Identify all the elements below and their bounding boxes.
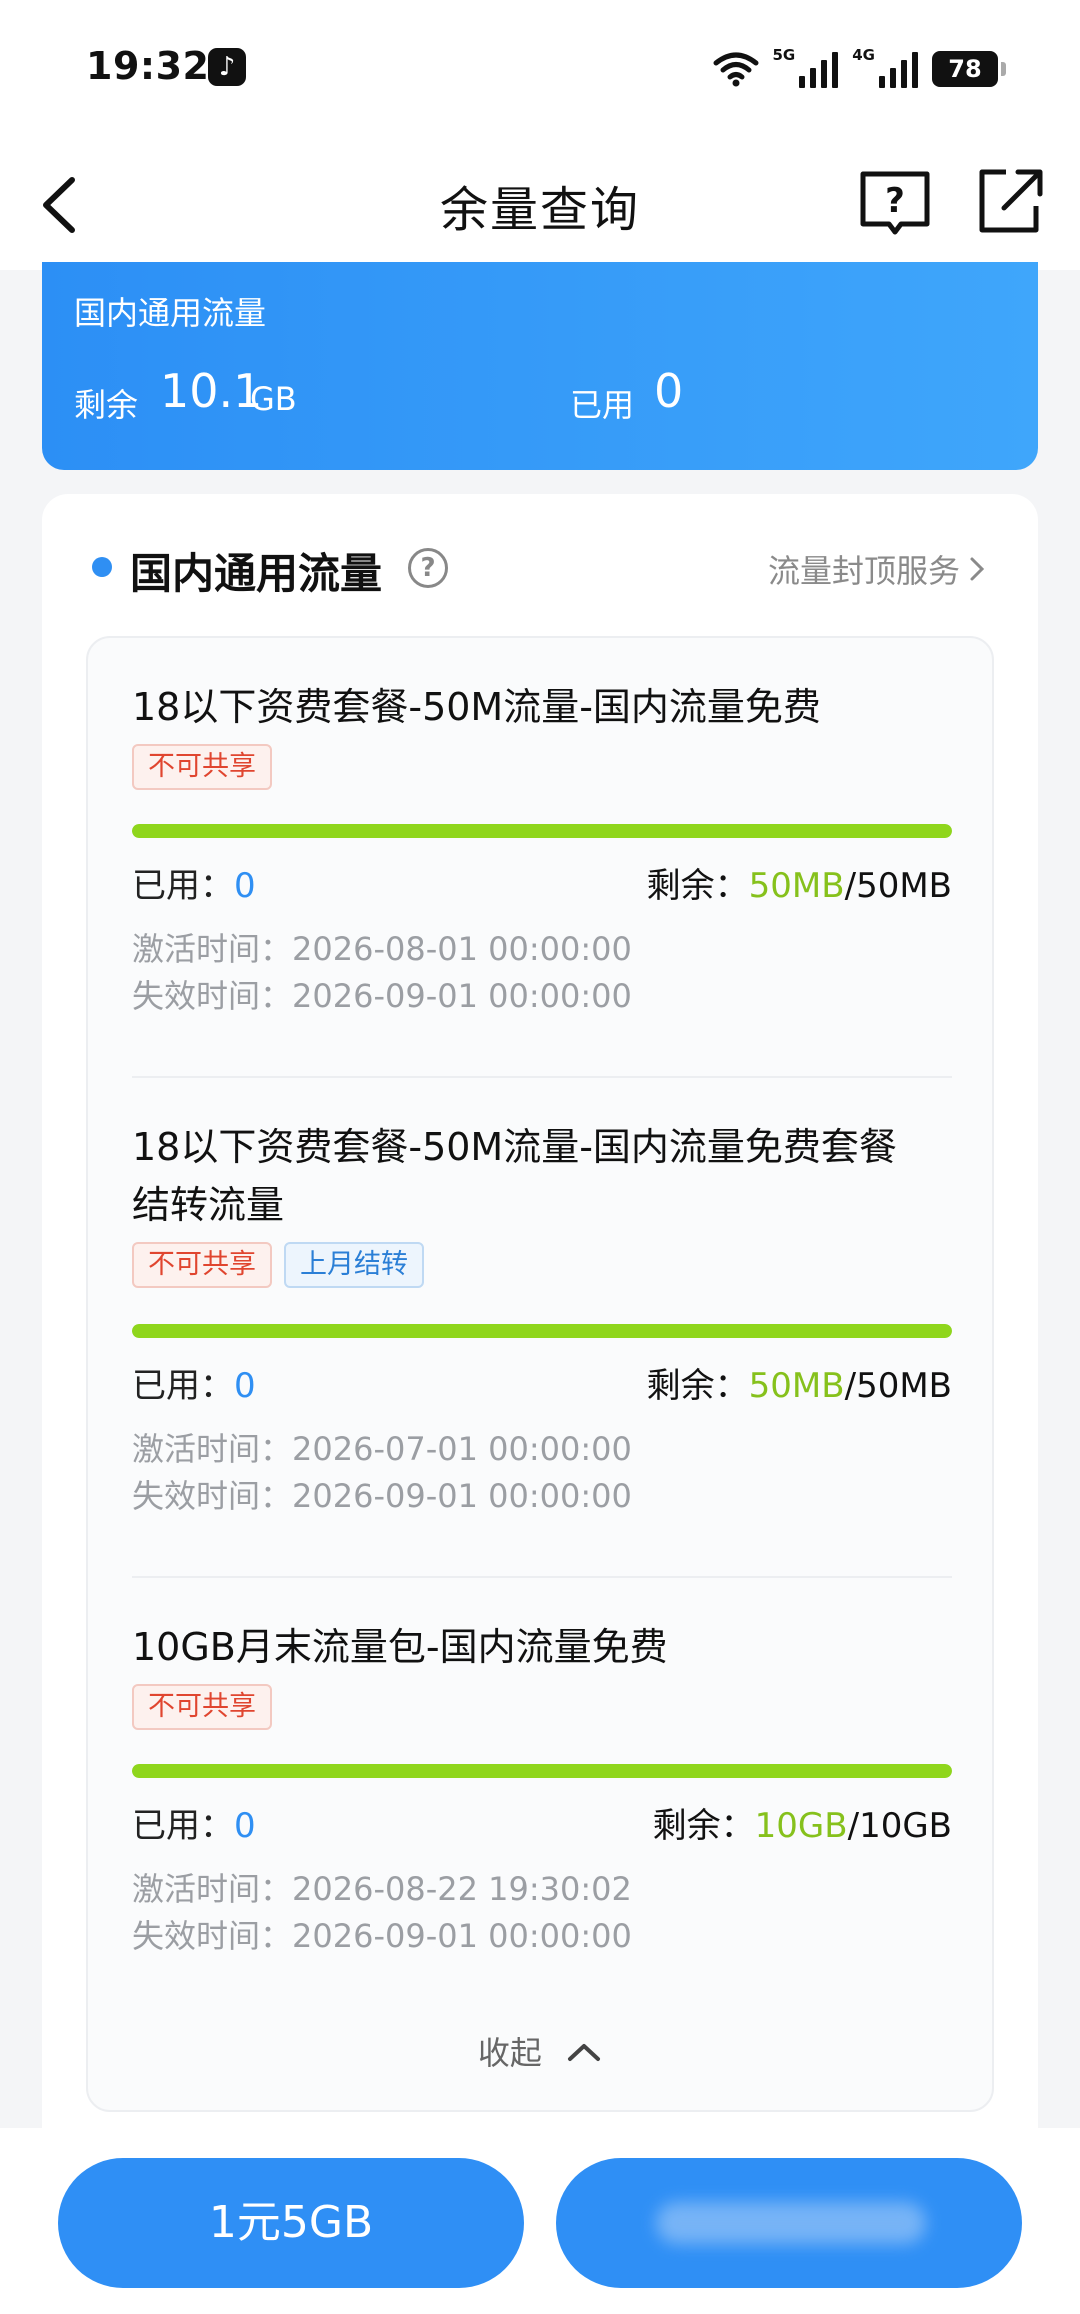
package-tags: 不可共享 上月结转 [132, 1242, 952, 1288]
summary-remain-value: 10.1 [160, 364, 263, 418]
used-label: 已用：0 [132, 866, 256, 906]
package-dates: 激活时间：2026-07-01 00:00:00 失效时间：2026-09-01… [132, 1426, 632, 1520]
usage-row: 已用：0 剩余：10GB/10GB [132, 1798, 952, 1848]
used-label: 已用：0 [132, 1366, 256, 1406]
activate-time: 激活时间：2026-08-22 19:30:02 [132, 1870, 632, 1908]
package-title: 18以下资费套餐-50M流量-国内流量免费套餐 结转流量 [132, 1125, 897, 1227]
package-dates: 激活时间：2026-08-01 00:00:00 失效时间：2026-09-01… [132, 926, 632, 1020]
usage-progress-fill [132, 1324, 952, 1338]
tiktok-icon: ♪ [208, 48, 246, 86]
summary-remain-label: 剩余 [74, 386, 139, 424]
blurred-label [656, 2202, 926, 2244]
svg-text:?: ? [885, 181, 905, 221]
package-tags: 不可共享 [132, 1684, 952, 1730]
signal-4g-icon [879, 50, 918, 88]
usage-progress-fill [132, 1764, 952, 1778]
summary-used-value: 0 [654, 364, 684, 418]
usage-progress-bar [132, 824, 952, 838]
total-value: /50MB [844, 1366, 952, 1406]
battery-icon: 78 [932, 51, 1006, 87]
not-shareable-tag: 不可共享 [132, 1242, 272, 1288]
help-button[interactable]: ? [855, 162, 935, 242]
network-4g-label: 4G [852, 46, 875, 64]
bottom-action-bar: 1元5GB [0, 2128, 1080, 2314]
activate-time: 激活时间：2026-07-01 00:00:00 [132, 1430, 632, 1468]
item-divider [132, 1576, 952, 1578]
used-label: 已用：0 [132, 1806, 256, 1846]
remain-value: 50MB [748, 1366, 845, 1406]
remain-info: 剩余：50MB/50MB [646, 866, 952, 906]
collapse-button[interactable]: 收起 [88, 2028, 992, 2074]
remain-info: 剩余：10GB/10GB [652, 1806, 952, 1846]
package-item: 18以下资费套餐-50M流量-国内流量免费 不可共享 已用：0 剩余：50MB/… [132, 678, 952, 1038]
summary-used-label: 已用 [570, 386, 635, 424]
summary-card: 国内通用流量 剩余 10.1 GB 已用 0 [42, 262, 1038, 470]
expire-time: 失效时间：2026-09-01 00:00:00 [132, 1477, 632, 1515]
used-value: 0 [234, 1806, 256, 1846]
usage-row: 已用：0 剩余：50MB/50MB [132, 858, 952, 908]
not-shareable-tag: 不可共享 [132, 1684, 272, 1730]
section-title: 国内通用流量 [130, 549, 383, 598]
section-card: 国内通用流量 ? 流量封顶服务 18以下资费套餐-50M流量-国内流量免费 不可… [42, 494, 1038, 2314]
package-title: 10GB月末流量包-国内流量免费 [132, 1625, 668, 1669]
status-bar: 19:32 ♪ 5G 4G 78 [0, 0, 1080, 140]
chevron-right-icon [970, 557, 985, 581]
share-icon [979, 169, 1043, 233]
not-shareable-tag: 不可共享 [132, 744, 272, 790]
chevron-up-icon [568, 2044, 601, 2061]
item-divider [132, 1076, 952, 1078]
data-cap-service-label: 流量封顶服务 [767, 552, 960, 590]
package-item: 18以下资费套餐-50M流量-国内流量免费套餐 结转流量 不可共享 上月结转 已… [132, 1118, 952, 1538]
usage-row: 已用：0 剩余：50MB/50MB [132, 1358, 952, 1408]
total-value: /50MB [844, 866, 952, 906]
summary-remain-unit: GB [250, 380, 297, 418]
package-dates: 激活时间：2026-08-22 19:30:02 失效时间：2026-09-01… [132, 1866, 632, 1960]
summary-title: 国内通用流量 [74, 294, 267, 332]
used-value: 0 [234, 866, 256, 906]
activate-time: 激活时间：2026-08-01 00:00:00 [132, 930, 632, 968]
network-5g-label: 5G [772, 46, 796, 64]
expire-time: 失效时间：2026-09-01 00:00:00 [132, 977, 632, 1015]
package-tags: 不可共享 [132, 744, 952, 790]
package-item: 10GB月末流量包-国内流量免费 不可共享 已用：0 剩余：10GB/10GB … [132, 1618, 952, 1978]
signal-5g-icon [799, 50, 839, 88]
status-time: 19:32 [86, 44, 210, 88]
nav-bar: 余量查询 ? [0, 140, 1080, 270]
share-button[interactable] [970, 160, 1050, 240]
data-cap-service-link[interactable]: 流量封顶服务 [768, 546, 986, 592]
remain-info: 剩余：50MB/50MB [646, 1366, 952, 1406]
usage-progress-bar [132, 1764, 952, 1778]
usage-progress-bar [132, 1324, 952, 1338]
remain-value: 10GB [754, 1806, 848, 1846]
remain-value: 50MB [748, 866, 845, 906]
wifi-icon [713, 52, 758, 87]
collapse-label: 收起 [477, 2034, 542, 2072]
section-dot-icon [92, 557, 112, 577]
buy-data-button[interactable]: 1元5GB [58, 2158, 524, 2288]
total-value: /10GB [847, 1806, 952, 1846]
expire-time: 失效时间：2026-09-01 00:00:00 [132, 1917, 632, 1955]
help-book-icon: ? [860, 171, 930, 235]
package-title: 18以下资费套餐-50M流量-国内流量免费 [132, 685, 821, 729]
carryover-tag: 上月结转 [284, 1242, 424, 1288]
status-icons: 5G 4G 78 [713, 46, 1006, 92]
used-value: 0 [234, 1366, 256, 1406]
usage-progress-fill [132, 824, 952, 838]
secondary-action-button[interactable] [556, 2158, 1022, 2288]
help-circle-icon[interactable]: ? [408, 548, 448, 588]
package-list: 18以下资费套餐-50M流量-国内流量免费 不可共享 已用：0 剩余：50MB/… [86, 636, 994, 2112]
